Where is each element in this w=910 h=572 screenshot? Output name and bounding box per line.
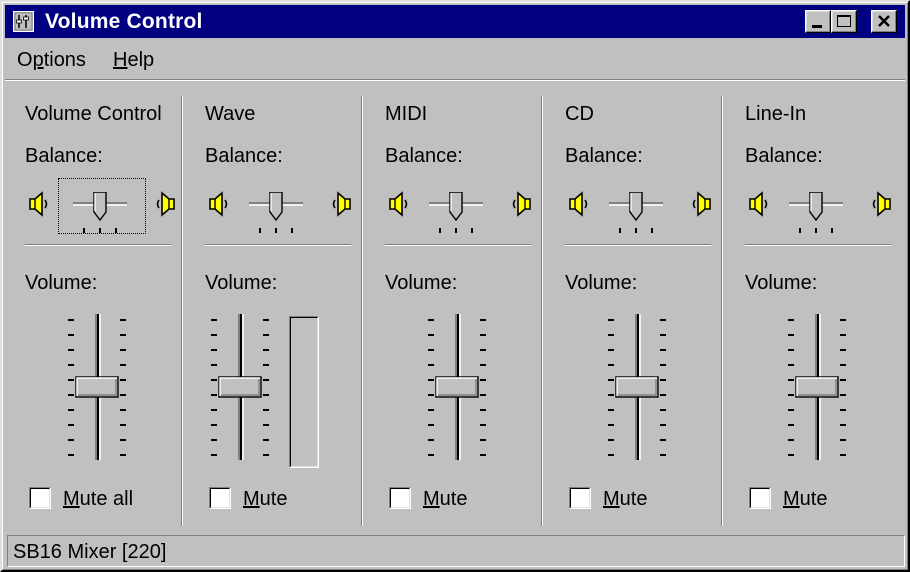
mixer-channels: Volume Control Balance: Volume: Mute all W… (5, 84, 909, 530)
speaker-left-icon (569, 191, 588, 217)
volume-label: Volume: (205, 272, 278, 294)
speaker-right-icon (872, 191, 891, 217)
mute-label[interactable]: Mute (783, 487, 827, 511)
divider (25, 244, 171, 246)
channel-wave: Wave Balance: Volume: Mute (185, 84, 365, 530)
balance-label: Balance: (25, 145, 103, 167)
volume-control-window: Volume Control Options Help Volume Contr… (0, 0, 910, 572)
speaker-right-icon (332, 191, 351, 217)
channel-title: CD (565, 103, 594, 125)
volume-thumb (615, 376, 659, 398)
volume-label: Volume: (745, 272, 818, 294)
balance-thumb (809, 192, 823, 222)
menu-options[interactable]: Options (17, 48, 86, 72)
close-icon (878, 15, 890, 27)
speaker-right-icon (692, 191, 711, 217)
level-meter (289, 316, 319, 468)
minimize-button[interactable] (805, 10, 831, 33)
volume-label: Volume: (385, 272, 458, 294)
divider (745, 244, 891, 246)
volume-slider[interactable] (62, 312, 132, 464)
mute-label[interactable]: Mute all (63, 487, 133, 511)
status-text: SB16 Mixer [220] (13, 541, 167, 563)
mute-label[interactable]: Mute (423, 487, 467, 511)
balance-label: Balance: (385, 145, 463, 167)
balance-slider[interactable] (247, 192, 305, 234)
window-title: Volume Control (45, 10, 203, 33)
mute-checkbox[interactable] (389, 487, 411, 509)
volume-slider[interactable] (602, 312, 672, 464)
volume-slider[interactable] (782, 312, 852, 464)
maximize-icon (837, 15, 851, 27)
minimize-icon (812, 25, 822, 28)
volume-thumb (795, 376, 839, 398)
volume-control-app-icon[interactable] (13, 11, 34, 32)
focus-rectangle (58, 178, 146, 234)
column-separator (181, 96, 183, 526)
channel-cd: CD Balance: Volume: Mute (545, 84, 725, 530)
balance-label: Balance: (565, 145, 643, 167)
speaker-left-icon (389, 191, 408, 217)
column-separator (721, 96, 723, 526)
channel-volume-control: Volume Control Balance: Volume: Mute all (5, 84, 185, 530)
balance-thumb (449, 192, 463, 222)
column-separator (541, 96, 543, 526)
balance-slider[interactable] (427, 192, 485, 234)
balance-label: Balance: (205, 145, 283, 167)
speaker-right-icon (512, 191, 531, 217)
divider (205, 244, 351, 246)
divider (565, 244, 711, 246)
channel-line-in: Line-In Balance: Volume: Mute (725, 84, 905, 530)
column-separator (361, 96, 363, 526)
balance-thumb (269, 192, 283, 222)
channel-midi: MIDI Balance: Volume: Mute (365, 84, 545, 530)
title-bar[interactable]: Volume Control (5, 5, 905, 38)
speaker-left-icon (29, 191, 48, 217)
volume-label: Volume: (25, 272, 98, 294)
channel-title: Line-In (745, 103, 807, 125)
speaker-left-icon (749, 191, 768, 217)
balance-label: Balance: (745, 145, 823, 167)
menu-help[interactable]: Help (113, 48, 154, 72)
mute-checkbox[interactable] (749, 487, 771, 509)
channel-title: MIDI (385, 103, 428, 125)
volume-slider[interactable] (205, 312, 275, 464)
balance-slider[interactable] (607, 192, 665, 234)
mute-checkbox[interactable] (29, 487, 51, 509)
volume-thumb (75, 376, 119, 398)
volume-thumb (435, 376, 479, 398)
status-bar: SB16 Mixer [220] (7, 535, 905, 567)
close-button[interactable] (871, 10, 897, 33)
speaker-right-icon (156, 191, 175, 217)
balance-thumb (629, 192, 643, 222)
divider (385, 244, 531, 246)
speaker-left-icon (209, 191, 228, 217)
volume-label: Volume: (565, 272, 638, 294)
mute-checkbox[interactable] (569, 487, 591, 509)
volume-thumb (218, 376, 262, 398)
mute-checkbox[interactable] (209, 487, 231, 509)
maximize-button[interactable] (831, 10, 857, 33)
menu-bar: Options Help (5, 40, 905, 80)
mute-label[interactable]: Mute (243, 487, 287, 511)
volume-slider[interactable] (422, 312, 492, 464)
mute-label[interactable]: Mute (603, 487, 647, 511)
channel-title: Volume Control (25, 103, 162, 125)
channel-title: Wave (205, 103, 256, 125)
balance-slider[interactable] (787, 192, 845, 234)
